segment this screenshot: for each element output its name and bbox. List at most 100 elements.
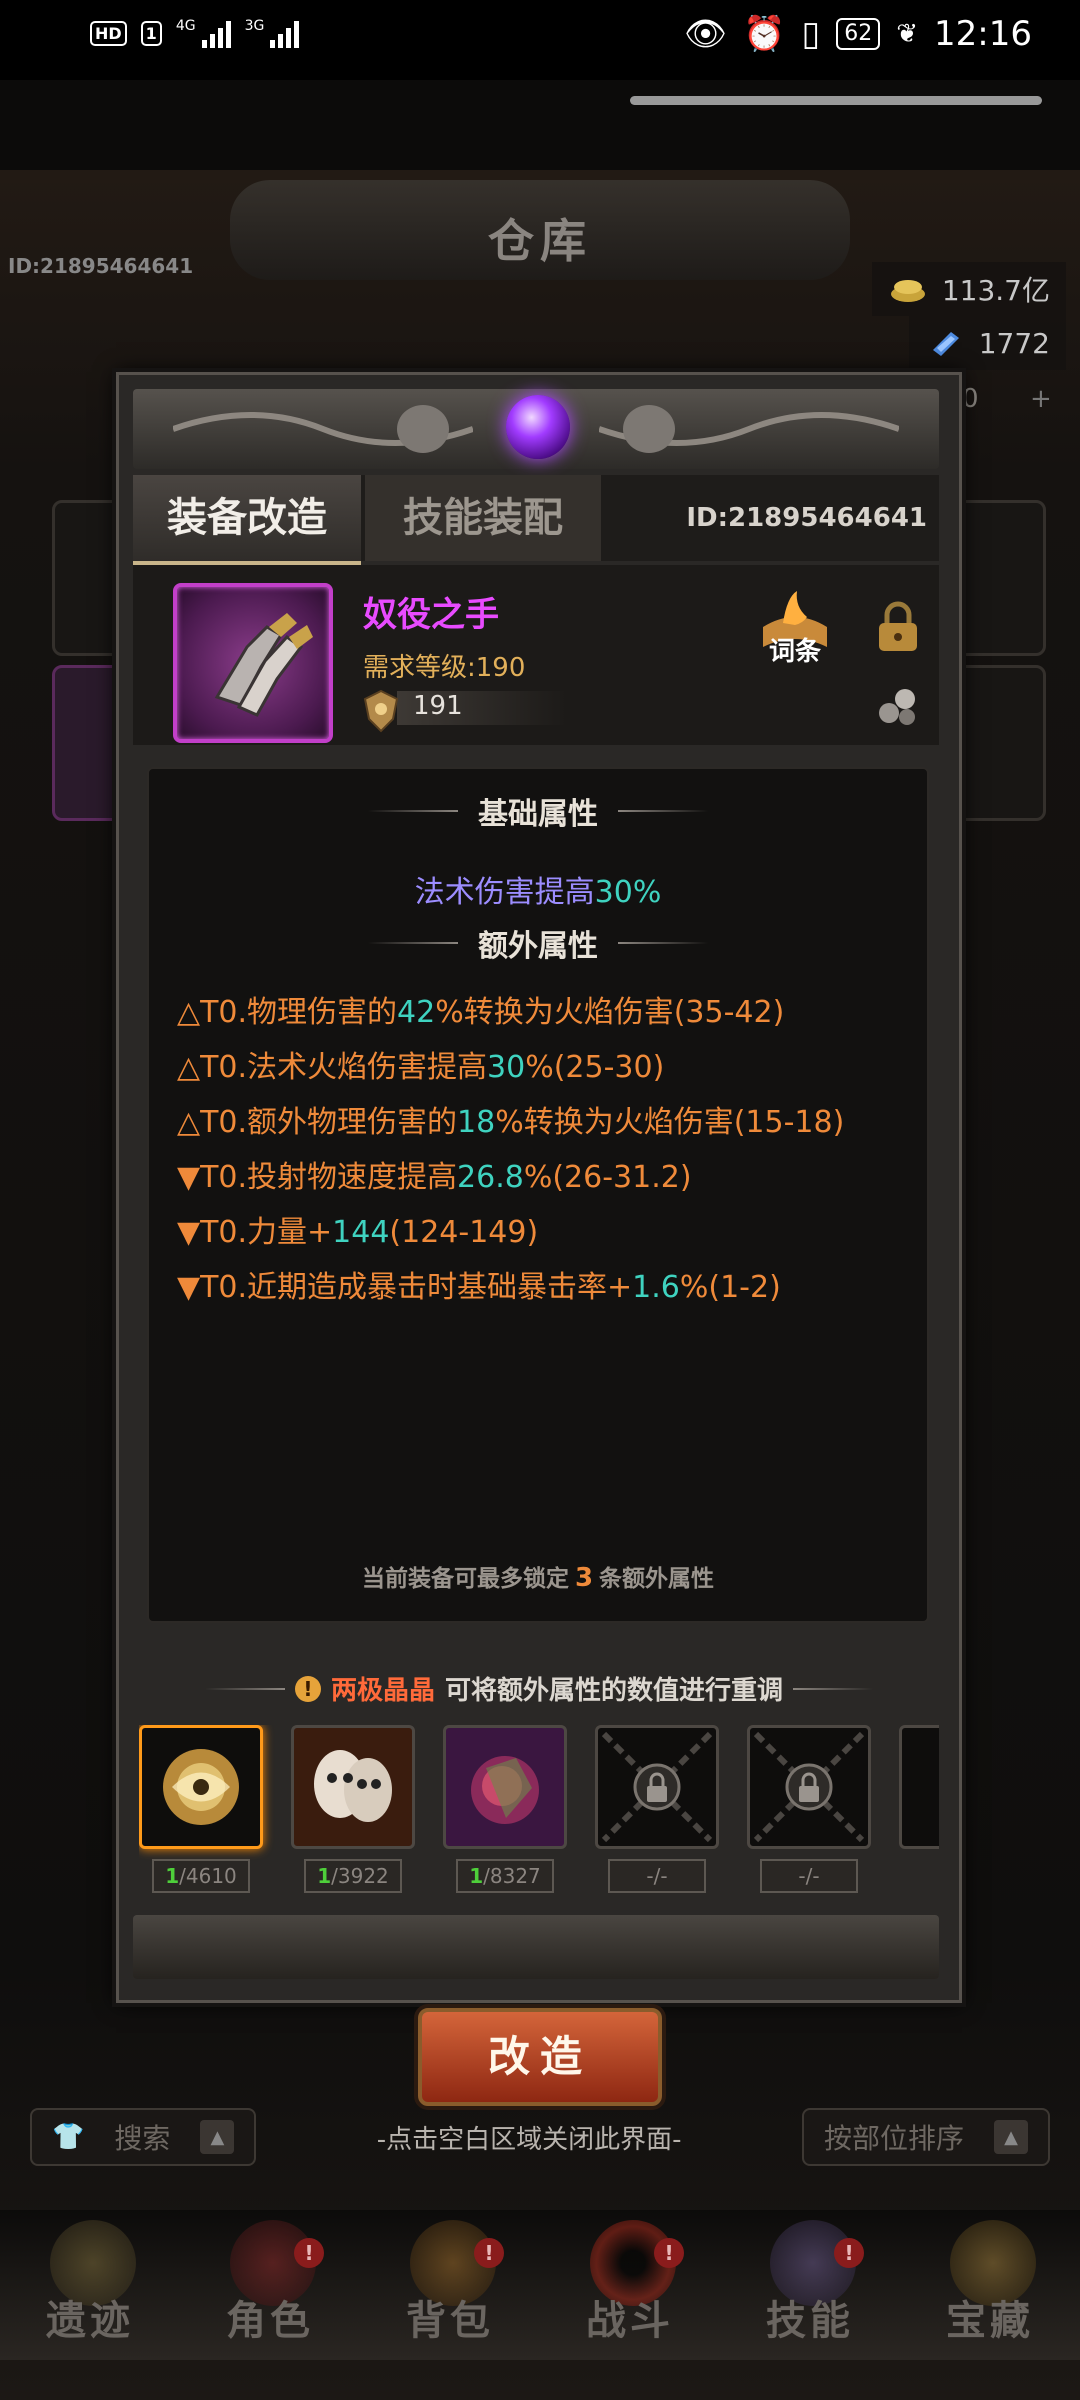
- leaf-icon: ❦: [896, 19, 919, 49]
- crystal-name: 两极晶晶: [330, 1676, 435, 1706]
- tab-equipment-reforge[interactable]: 装备改造: [133, 475, 361, 565]
- hd-indicator: HD: [90, 20, 127, 46]
- sort-button[interactable]: 按部位排序 ▲: [801, 2108, 1050, 2166]
- bottom-toolbar: 👕 搜索 ▲ -点击空白区域关闭此界面- 按部位排序 ▲: [30, 2108, 1050, 2166]
- chevron-up-icon[interactable]: ▲: [993, 2120, 1028, 2154]
- skull-ornament-left: [173, 405, 473, 453]
- material-count: 1/8327: [456, 1859, 554, 1893]
- affix-line: ▼T0.近期造成暴击时基础暴击率+1.6%(1-2): [177, 1262, 781, 1306]
- nav-ruins[interactable]: 遗迹: [10, 2210, 170, 2360]
- material-slot-locked[interactable]: -/-: [747, 1725, 871, 1893]
- divider: [793, 1687, 874, 1690]
- base-attr-title: 基础属性: [478, 797, 598, 832]
- nav-label: 战斗: [586, 2298, 674, 2344]
- material-slot[interactable]: 1/4610: [139, 1725, 263, 1893]
- nav-treasure[interactable]: 宝藏: [910, 2210, 1070, 2360]
- status-left: HD 1 4G 3G: [90, 18, 300, 48]
- status-bar: HD 1 4G 3G 👁 ⏰ ▯ 62 ❦ 12:16: [0, 0, 1080, 80]
- item-requirement: 需求等级:190: [363, 653, 526, 683]
- alarm-icon: ⏰: [743, 14, 786, 54]
- material-icon-box[interactable]: [443, 1725, 567, 1849]
- affix-text: ▼T0.力量+: [177, 1215, 333, 1250]
- item-icon[interactable]: [173, 583, 333, 743]
- notification-badge: !: [474, 2238, 504, 2268]
- nav-battle[interactable]: ! 战斗: [550, 2210, 710, 2360]
- tab-skill-equip[interactable]: 技能装配: [365, 475, 601, 561]
- divider: [368, 942, 458, 944]
- material-count: 1/4610: [152, 1859, 250, 1893]
- nav-skills[interactable]: ! 技能: [730, 2210, 890, 2360]
- signal-icon-2: 3G: [245, 18, 300, 48]
- material-icon-box[interactable]: [595, 1725, 719, 1849]
- search-button[interactable]: 👕 搜索 ▲: [30, 2108, 257, 2166]
- bottom-nav: 遗迹 ! 角色 ! 背包 ! 战斗 ! 技能 宝藏: [0, 2210, 1080, 2360]
- notification-badge: !: [294, 2238, 324, 2268]
- affix-text: ▼T0.投射物速度提高: [177, 1160, 458, 1195]
- net-type-1: 4G: [175, 18, 196, 34]
- material-slot-partial[interactable]: [899, 1725, 939, 1849]
- skull-ornament-right: [599, 405, 899, 453]
- material-slot[interactable]: 1/8327: [443, 1725, 567, 1893]
- gold-amount: 113.7亿: [941, 274, 1050, 307]
- divider: [618, 810, 708, 812]
- nav-character[interactable]: ! 角色: [190, 2210, 350, 2360]
- affix-value: 30: [487, 1050, 526, 1085]
- base-attr-header: 基础属性: [149, 789, 927, 833]
- affix-text: △T0.物理伤害的: [177, 995, 398, 1030]
- dialog-bottom-ornament: [133, 1915, 939, 1979]
- material-required: /3922: [331, 1864, 389, 1888]
- affix-value: 42: [397, 995, 436, 1030]
- affix-line: △T0.法术火焰伤害提高30%(25-30): [177, 1042, 664, 1086]
- gauntlet-icon: [214, 613, 313, 717]
- nav-bag[interactable]: ! 背包: [370, 2210, 530, 2360]
- crystal-desc: 可将额外属性的数值进行重调: [445, 1676, 784, 1706]
- affix-range: %(1-2): [679, 1270, 781, 1305]
- affix-line: △T0.额外物理伤害的18%转换为火焰伤害(15-18): [177, 1097, 844, 1141]
- dialog-top-ornament: [133, 389, 939, 469]
- material-list[interactable]: 1/4610 1/3922 1/8327 -/- -/-: [139, 1725, 939, 1895]
- lock-note-suffix: 条额外属性: [599, 1566, 715, 1592]
- material-icon-box[interactable]: [899, 1725, 939, 1849]
- divider: [368, 810, 458, 812]
- material-required: -/-: [798, 1864, 820, 1888]
- material-slot-locked[interactable]: -/-: [595, 1725, 719, 1893]
- affix-text: △T0.额外物理伤害的: [177, 1105, 458, 1140]
- attribute-panel: 基础属性 法术伤害提高30% 额外属性 △T0.物理伤害的42%转换为火焰伤害(…: [147, 767, 929, 1623]
- affix-range: %转换为火焰伤害(35-42): [435, 995, 785, 1030]
- divider: [618, 942, 708, 944]
- nav-label: 技能: [766, 2298, 854, 2344]
- base-stat-value: 30%: [594, 875, 662, 910]
- gem-amount: 1772: [978, 326, 1050, 360]
- material-icon-box[interactable]: [139, 1725, 263, 1849]
- material-icon-box[interactable]: [291, 1725, 415, 1849]
- orb-eye-icon: [163, 1749, 239, 1825]
- reforge-button[interactable]: 改造: [418, 2008, 662, 2106]
- gem-icon: [932, 332, 959, 356]
- material-owned: 1: [165, 1864, 180, 1888]
- material-icon-box[interactable]: [747, 1725, 871, 1849]
- affix-value: 18: [457, 1105, 496, 1140]
- battery-icon: 62: [836, 18, 881, 50]
- plus-icon[interactable]: +: [1030, 384, 1052, 414]
- purple-orb-icon: [506, 395, 570, 459]
- extra-attr-title: 额外属性: [478, 929, 598, 964]
- affix-value: 26.8: [457, 1160, 524, 1195]
- material-required: -/-: [646, 1864, 668, 1888]
- item-name: 奴役之手: [363, 595, 499, 635]
- gem-counter: 1772: [908, 316, 1066, 370]
- player-id: ID:21895464641: [8, 254, 194, 278]
- item-card: 奴役之手 需求等级:190 191 词条: [133, 565, 939, 745]
- affix-value: 1.6: [632, 1270, 680, 1305]
- search-label: 搜索: [114, 2122, 171, 2155]
- material-slot[interactable]: 1/3922: [291, 1725, 415, 1893]
- material-count: -/-: [760, 1859, 858, 1893]
- moon-cluster-icon[interactable]: [875, 685, 921, 729]
- gesture-bar[interactable]: [630, 96, 1042, 105]
- extra-attr-header: 额外属性: [149, 921, 927, 965]
- shirt-icon: 👕: [52, 2122, 85, 2152]
- affix-line: ▼T0.投射物速度提高26.8%(26-31.2): [177, 1152, 692, 1196]
- lock-icon[interactable]: [873, 599, 923, 655]
- chevron-up-icon[interactable]: ▲: [200, 2120, 235, 2154]
- affix-button[interactable]: 词条: [753, 631, 837, 668]
- divider: [204, 1687, 285, 1690]
